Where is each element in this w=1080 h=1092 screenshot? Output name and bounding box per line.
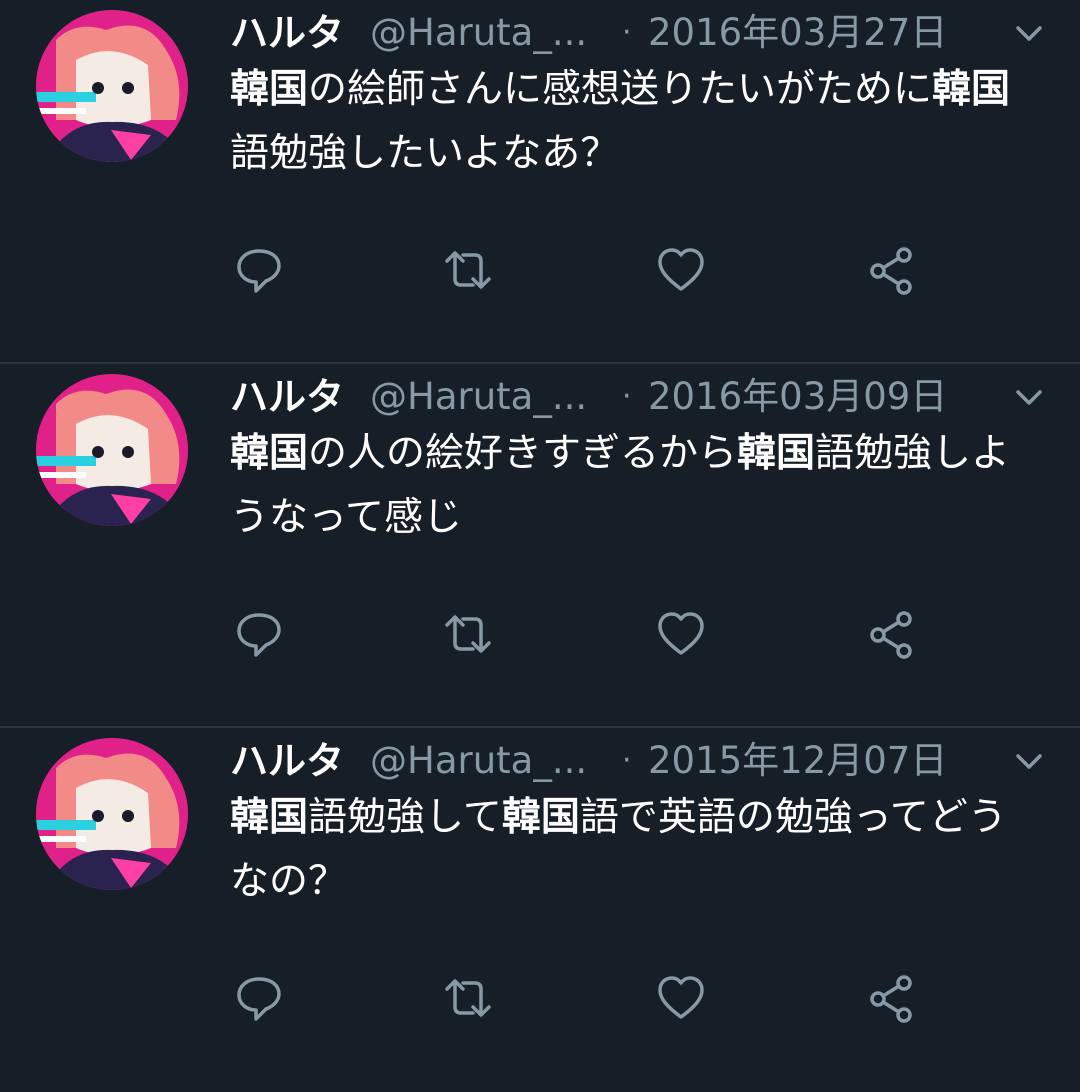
display-name[interactable]: ハルタ (230, 372, 344, 422)
tweet-actions (0, 609, 1080, 669)
avatar[interactable] (36, 374, 188, 526)
tweet-item[interactable]: ハルタ @Haruta_... · 2015年12月07日 韓国語勉強して韓国語… (0, 728, 1080, 1092)
display-name[interactable]: ハルタ (230, 8, 344, 58)
user-handle[interactable]: @Haruta_... (370, 8, 587, 58)
bold-keyword: 韓国 (932, 67, 1011, 112)
display-name[interactable]: ハルタ (230, 736, 344, 786)
text-segment: の人の絵好きすぎるから (308, 431, 738, 476)
tweet-header: ハルタ @Haruta_... · 2016年03月27日 (230, 8, 1060, 58)
tweet-actions (0, 973, 1080, 1033)
text-segment: の絵師さんに感想送りたいがために (308, 67, 933, 112)
user-handle[interactable]: @Haruta_... (370, 736, 587, 786)
tweet-date[interactable]: 2016年03月09日 (648, 372, 947, 422)
tweet-timeline: ハルタ @Haruta_... · 2016年03月27日 韓国の絵師さんに感想… (0, 0, 1080, 1092)
reply-icon[interactable] (234, 609, 284, 659)
tweet-text: 韓国語勉強して韓国語で英語の勉強ってどうなの？ (230, 786, 1020, 914)
retweet-icon[interactable] (443, 245, 493, 295)
avatar[interactable] (36, 738, 188, 890)
tweet-date[interactable]: 2016年03月27日 (648, 8, 947, 58)
tweet-text: 韓国の人の絵好きすぎるから韓国語勉強しようなって感じ (230, 422, 1020, 550)
share-icon[interactable] (866, 245, 916, 295)
bold-keyword: 韓国 (501, 795, 580, 840)
reply-icon[interactable] (234, 245, 284, 295)
text-segment: 語勉強して (308, 795, 502, 840)
bold-keyword: 韓国 (230, 67, 309, 112)
tweet-text: 韓国の絵師さんに感想送りたいがために韓国語勉強したいよなあ？ (230, 58, 1020, 186)
text-segment: 語勉強したいよなあ？ (230, 131, 620, 176)
user-handle[interactable]: @Haruta_... (370, 372, 587, 422)
share-icon[interactable] (866, 609, 916, 659)
tweet-header: ハルタ @Haruta_... · 2016年03月09日 (230, 372, 1060, 422)
chevron-down-icon[interactable] (1012, 384, 1046, 410)
heart-icon[interactable] (656, 973, 706, 1023)
retweet-icon[interactable] (443, 973, 493, 1023)
reply-icon[interactable] (234, 973, 284, 1023)
separator-dot: · (622, 743, 632, 778)
tweet-header: ハルタ @Haruta_... · 2015年12月07日 (230, 736, 1060, 786)
chevron-down-icon[interactable] (1012, 748, 1046, 774)
tweet-item[interactable]: ハルタ @Haruta_... · 2016年03月09日 韓国の人の絵好きすぎ… (0, 364, 1080, 728)
separator-dot: · (622, 15, 632, 50)
chevron-down-icon[interactable] (1012, 20, 1046, 46)
share-icon[interactable] (866, 973, 916, 1023)
tweet-date[interactable]: 2015年12月07日 (648, 736, 947, 786)
heart-icon[interactable] (656, 609, 706, 659)
heart-icon[interactable] (656, 245, 706, 295)
bold-keyword: 韓国 (737, 431, 816, 476)
tweet-actions (0, 245, 1080, 305)
bold-keyword: 韓国 (230, 431, 309, 476)
bold-keyword: 韓国 (230, 795, 309, 840)
retweet-icon[interactable] (443, 609, 493, 659)
avatar[interactable] (36, 10, 188, 162)
tweet-item[interactable]: ハルタ @Haruta_... · 2016年03月27日 韓国の絵師さんに感想… (0, 0, 1080, 364)
separator-dot: · (622, 379, 632, 414)
